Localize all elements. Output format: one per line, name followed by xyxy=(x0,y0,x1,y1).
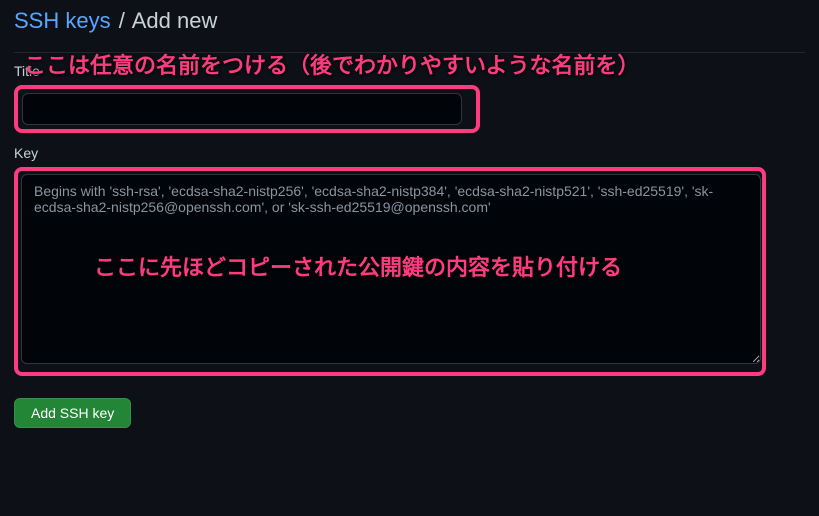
highlight-box-title xyxy=(14,85,480,133)
breadcrumb-separator: / xyxy=(119,8,125,33)
add-ssh-key-button[interactable]: Add SSH key xyxy=(14,398,131,428)
form-group-title: Title xyxy=(14,63,805,133)
breadcrumb-link-ssh-keys[interactable]: SSH keys xyxy=(14,8,111,33)
key-label: Key xyxy=(14,145,805,161)
title-label: Title xyxy=(14,63,805,79)
breadcrumb: SSH keys / Add new xyxy=(14,8,805,44)
form-group-key: Key xyxy=(14,145,805,376)
breadcrumb-current: Add new xyxy=(132,8,218,33)
highlight-box-key xyxy=(14,167,766,376)
divider xyxy=(14,52,805,53)
key-textarea[interactable] xyxy=(21,174,761,364)
title-input[interactable] xyxy=(22,93,462,125)
